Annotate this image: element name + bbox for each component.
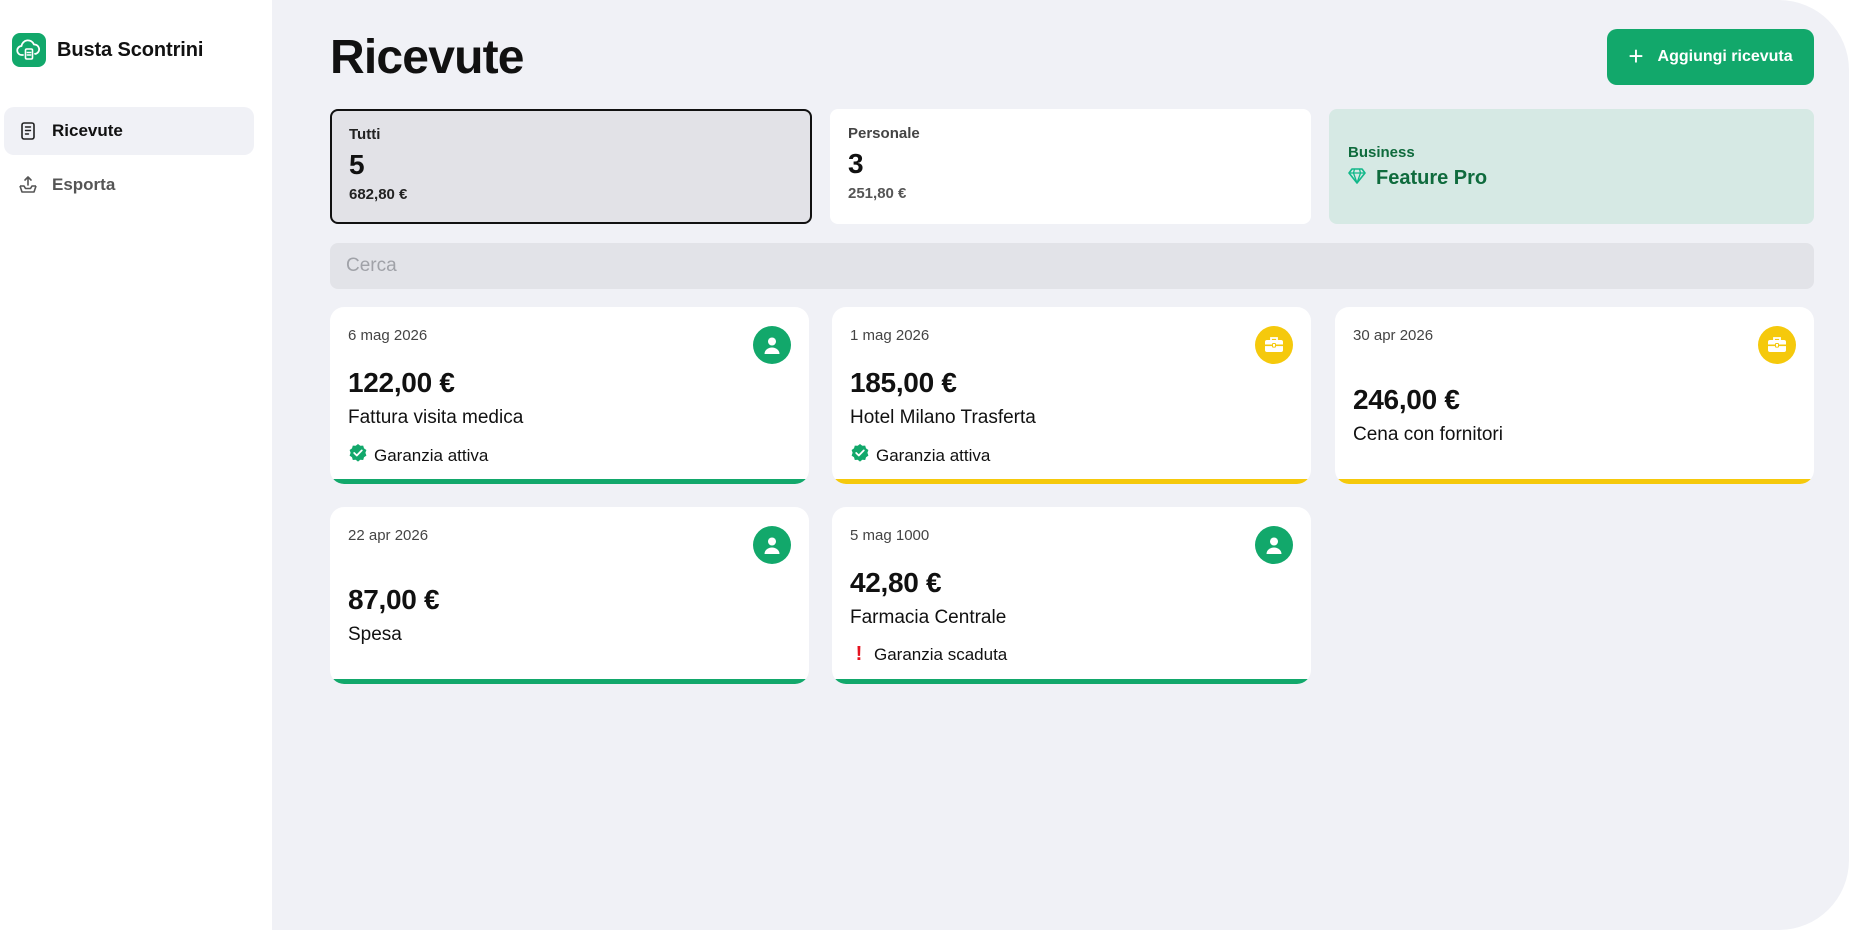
receipt-amount: 185,00 € [850,367,957,398]
receipt-amount: 246,00 € [1353,384,1460,415]
receipt-name: Spesa [348,624,402,645]
receipt-name: Fattura visita medica [348,407,524,428]
warranty-status: Garanzia attiva [850,443,990,468]
verified-check-icon [348,443,368,468]
warranty-status: Garanzia attiva [348,443,488,468]
main-content: Ricevute + Aggiungi ricevuta Tutti 5 682… [272,0,1849,930]
filter-total: 682,80 € [349,186,408,203]
filter-card-business[interactable]: Business Feature Pro [1329,109,1814,224]
warranty-label: Garanzia attiva [876,445,991,465]
receipt-card[interactable]: 22 apr 2026 87,00 € Spesa [330,507,809,684]
receipt-name: Farmacia Centrale [850,607,1007,628]
filter-card-all[interactable]: Tutti 5 682,80 € [330,109,812,224]
receipt-card[interactable]: 6 mag 2026 122,00 € Fattura visita medic… [330,307,809,484]
search-input[interactable] [330,243,1814,289]
plus-icon: + [1628,41,1644,71]
sidebar-item-label: Esporta [52,175,116,194]
receipt-name: Cena con fornitori [1353,424,1503,445]
pro-feature-row: Feature Pro [1348,167,1795,190]
category-bar [832,679,1311,684]
receipt-name: Hotel Milano Trasferta [850,407,1036,428]
filter-total: 251,80 € [848,185,907,202]
personal-badge-icon [753,326,791,364]
receipt-date: 6 mag 2026 [348,327,428,344]
receipt-date: 5 mag 1000 [850,527,930,544]
receipt-amount: 42,80 € [850,567,942,598]
pro-feature-label: Feature Pro [1376,166,1488,189]
receipt-amount: 122,00 € [348,367,455,398]
verified-check-icon [850,443,870,468]
receipt-date: 30 apr 2026 [1353,327,1434,344]
page-title: Ricevute [330,31,524,84]
sidebar-item-esporta[interactable]: Esporta [4,161,254,209]
category-bar [1335,479,1814,484]
add-receipt-button[interactable]: + Aggiungi ricevuta [1607,29,1814,85]
category-bar [330,479,809,484]
exclamation-icon: ! [855,643,863,665]
receipt-card[interactable]: 30 apr 2026 246,00 € Cena con fornitori [1335,307,1814,484]
filter-count: 3 [848,148,864,179]
sidebar-item-label: Ricevute [52,121,123,140]
receipt-date: 22 apr 2026 [348,527,429,544]
receipt-date: 1 mag 2026 [850,327,930,344]
category-bar [330,679,809,684]
sidebar: Busta Scontrini Ricevute Esporta [0,0,272,930]
receipt-icon [18,121,38,141]
receipt-amount: 87,00 € [348,584,440,615]
export-icon [18,175,38,195]
filter-card-personal[interactable]: Personale 3 251,80 € [830,109,1311,224]
filter-label: Tutti [349,126,381,143]
briefcase-badge-icon [1758,326,1796,364]
app-logo-icon [12,33,46,67]
receipt-card[interactable]: 5 mag 1000 42,80 € Farmacia Centrale ! G… [832,507,1311,684]
warranty-status: ! Garanzia scaduta [850,643,1008,666]
filter-label: Business [1348,143,1415,161]
personal-badge-icon [1255,526,1293,564]
warranty-label: Garanzia attiva [374,445,489,465]
sidebar-item-ricevute[interactable]: Ricevute [4,107,254,155]
add-receipt-label: Aggiungi ricevuta [1657,48,1793,65]
warranty-label: Garanzia scaduta [874,644,1008,664]
brand: Busta Scontrini [12,33,203,67]
category-bar [832,479,1311,484]
diamond-icon [1348,167,1366,189]
personal-badge-icon [753,526,791,564]
filter-count: 5 [349,149,365,180]
filter-label: Personale [848,125,920,142]
app-title: Busta Scontrini [57,38,204,61]
briefcase-badge-icon [1255,326,1293,364]
receipt-card[interactable]: 1 mag 2026 185,00 € Hotel Milano Trasfer… [832,307,1311,484]
